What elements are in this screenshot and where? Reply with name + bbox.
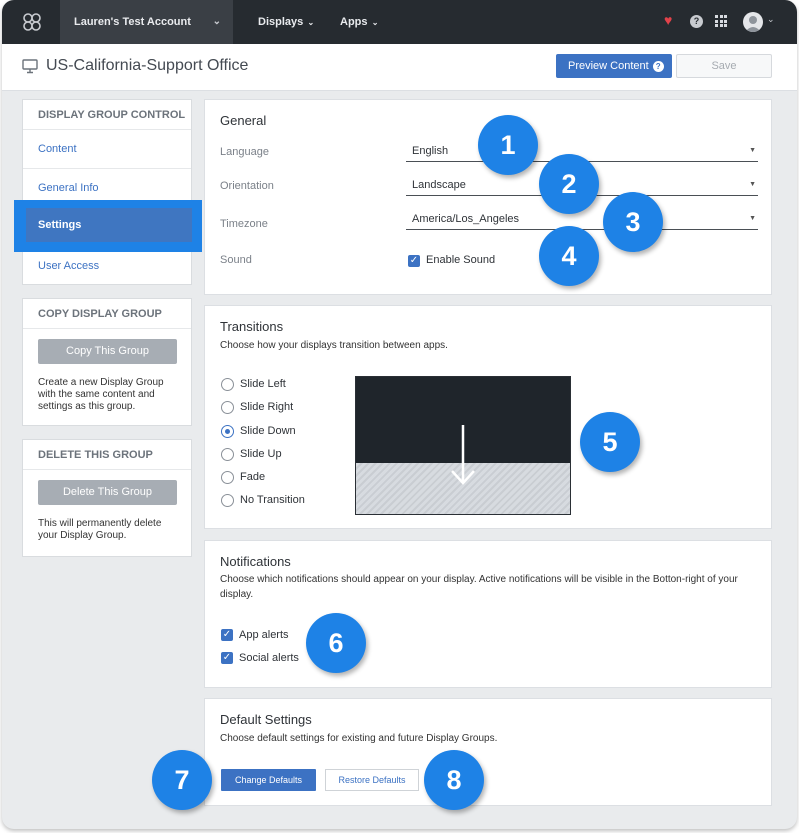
timezone-label: Timezone [220,218,268,230]
display-group-control-panel: DISPLAY GROUP CONTROL Content General In… [22,99,192,285]
change-defaults-button[interactable]: Change Defaults [221,769,316,791]
save-button[interactable]: Save [676,54,772,78]
copy-group-button[interactable]: Copy This Group [38,339,177,364]
callout-3: 3 [603,192,663,252]
timezone-value: America/Los_Angeles [412,213,520,225]
orientation-label: Orientation [220,180,274,192]
radio-label-slide-down: Slide Down [240,425,296,437]
page-header: US-California-Support Office Preview Con… [2,44,797,91]
restore-defaults-button[interactable]: Restore Defaults [325,769,419,791]
radio-no-transition[interactable] [221,494,234,507]
delete-group-button[interactable]: Delete This Group [38,480,177,505]
radio-label-fade: Fade [240,471,266,483]
radio-label-slide-left: Slide Left [240,378,286,390]
preview-content-label: Preview Content [568,60,649,72]
caret-down-icon: ▼ [749,147,756,154]
user-avatar-icon [745,16,761,32]
chevron-down-icon[interactable]: ⌄ [767,14,775,25]
notifications-description: Choose which notifications should appear… [220,574,738,600]
sidebar-item-content[interactable]: Content [23,130,191,169]
nav-apps-label: Apps [340,16,368,28]
default-settings-description: Choose default settings for existing and… [220,733,498,744]
account-switcher[interactable]: Lauren's Test Account ⌄ [60,0,233,44]
caret-down-icon: ⌄ [369,18,379,27]
copy-group-heading: COPY DISPLAY GROUP [23,299,191,329]
help-icon[interactable]: ? [690,15,703,28]
enable-sound-label: Enable Sound [426,254,496,266]
arrow-down-icon [451,425,475,485]
app-alerts-checkbox[interactable]: ✓ [221,629,233,641]
callout-7: 7 [152,750,212,810]
radio-label-no-transition: No Transition [240,494,305,506]
general-title: General [220,113,267,128]
display-group-control-heading: DISPLAY GROUP CONTROL [23,100,191,130]
caret-down-icon: ▼ [749,181,756,188]
sidebar-item-user-access[interactable]: User Access [23,247,191,286]
radio-slide-right[interactable] [221,401,234,414]
social-alerts-checkbox[interactable]: ✓ [221,652,233,664]
chevron-down-icon: ⌄ [212,16,221,27]
app-grid-icon[interactable] [715,15,727,27]
callout-4: 4 [539,226,599,286]
transitions-card: Transitions Choose how your displays tra… [204,305,772,529]
enable-sound-checkbox[interactable]: ✓ [408,255,420,267]
help-icon: ? [652,61,664,72]
app-window: Lauren's Test Account ⌄ Displays ⌄ Apps … [2,0,797,829]
app-alerts-label: App alerts [239,629,289,641]
caret-down-icon: ⌄ [305,18,315,27]
language-label: Language [220,146,269,158]
notifications-card: Notifications Choose which notifications… [204,540,772,688]
default-settings-card: Default Settings Choose default settings… [204,698,772,806]
radio-slide-left[interactable] [221,378,234,391]
default-settings-title: Default Settings [220,712,312,727]
copy-group-description: Create a new Display Group with the same… [38,377,164,412]
radio-label-slide-right: Slide Right [240,401,294,413]
nav-displays-label: Displays [258,16,304,28]
nav-apps[interactable]: Apps ⌄ [340,0,378,44]
social-alerts-label: Social alerts [239,652,299,664]
delete-group-description: This will permanently delete your Displa… [38,518,162,541]
copy-group-panel: COPY DISPLAY GROUP Copy This Group Creat… [22,298,192,426]
sound-label: Sound [220,254,252,266]
radio-slide-up[interactable] [221,448,234,461]
nav-displays[interactable]: Displays ⌄ [258,0,314,44]
account-name: Lauren's Test Account [74,16,191,28]
avatar[interactable] [743,12,763,32]
top-nav-bar: Lauren's Test Account ⌄ Displays ⌄ Apps … [2,0,797,44]
notifications-title: Notifications [220,554,291,569]
timezone-select[interactable]: America/Los_Angeles ▼ [406,210,758,230]
page-title: US-California-Support Office [46,57,249,74]
transitions-title: Transitions [220,319,284,334]
radio-fade[interactable] [221,471,234,484]
delete-group-heading: DELETE THIS GROUP [23,440,191,470]
callout-1: 1 [478,115,538,175]
heart-icon[interactable]: ♥ [664,12,672,28]
transitions-description: Choose how your displays transition betw… [220,340,448,351]
callout-2: 2 [539,154,599,214]
preview-content-button[interactable]: Preview Content? [556,54,672,78]
callout-8: 8 [424,750,484,810]
delete-group-panel: DELETE THIS GROUP Delete This Group This… [22,439,192,557]
sidebar-item-settings[interactable]: Settings [26,208,192,242]
monitor-icon [22,59,38,74]
transition-preview [355,376,571,515]
orientation-value: Landscape [412,179,466,191]
radio-label-slide-up: Slide Up [240,448,282,460]
callout-5: 5 [580,412,640,472]
language-value: English [412,145,449,157]
callout-6: 6 [306,613,366,673]
radio-slide-down[interactable] [221,425,234,438]
caret-down-icon: ▼ [749,215,756,222]
app-logo-icon[interactable] [22,12,42,32]
